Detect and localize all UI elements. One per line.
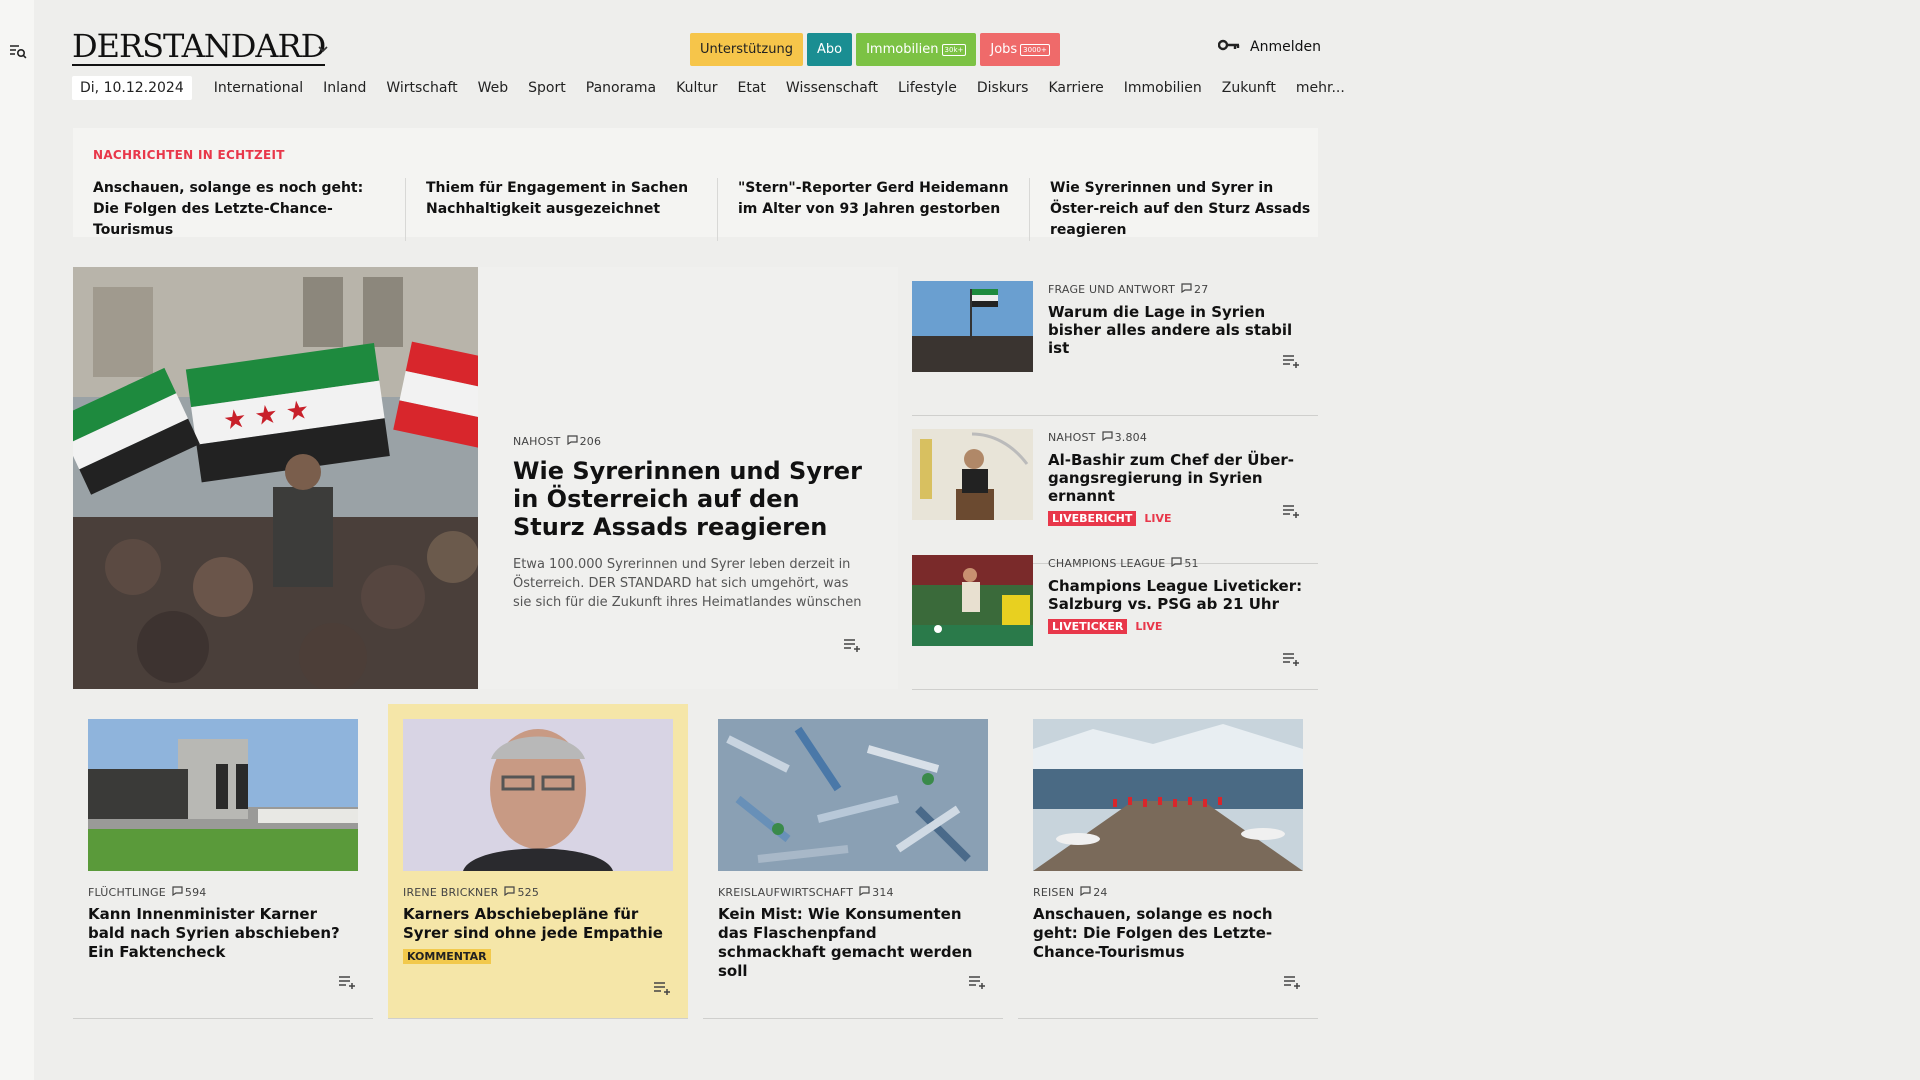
immobilien-badge: 30k+ xyxy=(941,43,967,56)
nav-item-panorama[interactable]: Panorama xyxy=(576,80,666,96)
lead-title[interactable]: Wie Syrerinnen und Syrer in Österreich a… xyxy=(513,457,863,541)
comment-count[interactable]: 314 xyxy=(872,886,894,899)
side-story-image[interactable] xyxy=(912,429,1033,520)
nav-item-sport[interactable]: Sport xyxy=(518,80,576,96)
comment-icon xyxy=(1101,431,1113,444)
card-kicker: KREISLAUFWIRTSCHAFT xyxy=(718,886,854,899)
immobilien-button[interactable]: Immobilien 30k+ xyxy=(856,33,977,66)
nav-item-wirtschaft[interactable]: Wirtschaft xyxy=(376,80,467,96)
comment-icon xyxy=(1080,886,1091,899)
side-story[interactable]: CHAMPIONS LEAGUE 51 Champions League Liv… xyxy=(912,541,1318,690)
story-card-image[interactable] xyxy=(88,719,358,871)
comment-icon xyxy=(504,886,516,899)
story-card-image[interactable] xyxy=(718,719,988,871)
nav-item-immobilien[interactable]: Immobilien xyxy=(1114,80,1212,96)
comment-count[interactable]: 27 xyxy=(1194,283,1208,296)
side-title[interactable]: Warum die Lage in Syrien bisher alles an… xyxy=(1048,303,1308,357)
comment-count[interactable]: 525 xyxy=(517,886,539,899)
add-to-list-icon[interactable] xyxy=(968,974,986,993)
nav-item-international[interactable]: International xyxy=(204,80,313,96)
comment-count[interactable]: 594 xyxy=(185,886,207,899)
lead-image[interactable]: ★ ★ ★ xyxy=(73,267,478,689)
ticker-item[interactable]: Thiem für Engagement in Sachen Nachhalti… xyxy=(405,178,717,241)
nav-item-etat[interactable]: Etat xyxy=(728,80,776,96)
card-kicker: REISEN xyxy=(1033,886,1075,899)
jobs-badge: 3000+ xyxy=(1020,43,1050,56)
ticker-item[interactable]: Anschauen, solange es noch geht: Die Fol… xyxy=(93,178,405,241)
add-to-list-icon[interactable] xyxy=(338,974,356,993)
nav-item-more[interactable]: mehr... xyxy=(1286,80,1355,96)
story-card[interactable]: KREISLAUFWIRTSCHAFT 314 Kein Mist: Wie K… xyxy=(703,704,1003,1019)
comment-count[interactable]: 51 xyxy=(1184,557,1198,570)
story-card-image[interactable] xyxy=(1033,719,1303,871)
header-pills: Unterstützung Abo Immobilien 30k+ Jobs 300… xyxy=(690,33,1060,66)
story-card[interactable]: FLÜCHTLINGE 594 Kann Innenminister Karne… xyxy=(73,704,373,1019)
add-to-list-icon[interactable] xyxy=(843,637,861,656)
story-card-image[interactable] xyxy=(403,719,673,871)
add-to-list-icon[interactable] xyxy=(1282,353,1300,372)
comment-icon xyxy=(1171,557,1182,570)
logo[interactable]: DERSTANDARD xyxy=(72,30,326,66)
login-label: Anmelden xyxy=(1250,39,1321,55)
story-card[interactable]: REISEN 24 Anschauen, solange es noch geh… xyxy=(1018,704,1318,1019)
card-title[interactable]: Kann Innenminister Karner bald nach Syri… xyxy=(88,905,358,962)
realtime-ticker: NACHRICHTEN IN ECHTZEIT Anschauen, solan… xyxy=(73,128,1318,241)
add-to-list-icon[interactable] xyxy=(1283,974,1301,993)
add-to-list-icon[interactable] xyxy=(1282,651,1300,670)
jobs-button[interactable]: Jobs 3000+ xyxy=(980,33,1060,66)
side-kicker: CHAMPIONS LEAGUE xyxy=(1048,557,1166,570)
chevron-down-icon[interactable] xyxy=(318,42,328,57)
card-title[interactable]: Karners Abschiebepläne für Syrer sind oh… xyxy=(403,905,673,943)
nav-item-lifestyle[interactable]: Lifestyle xyxy=(888,80,967,96)
comment-icon xyxy=(172,886,183,899)
main-nav: Di, 10.12.2024 International Inland Wirt… xyxy=(72,76,1355,100)
menu-search-icon[interactable] xyxy=(9,44,27,64)
nav-item-kultur[interactable]: Kultur xyxy=(666,80,727,96)
nav-item-zukunft[interactable]: Zukunft xyxy=(1212,80,1286,96)
add-to-list-icon[interactable] xyxy=(653,980,671,999)
side-kicker: FRAGE UND ANTWORT xyxy=(1048,283,1176,296)
side-kicker: NAHOST xyxy=(1048,431,1096,444)
nav-item-web[interactable]: Web xyxy=(468,80,519,96)
live-indicator: LIVE xyxy=(1135,620,1163,633)
ticker-item[interactable]: "Stern"-Reporter Gerd Heidemann im Alter… xyxy=(717,178,1029,241)
comment-icon xyxy=(859,886,870,899)
comment-icon xyxy=(1181,283,1192,296)
ticker-item[interactable]: Wie Syrerinnen und Syrer in Öster-reich … xyxy=(1029,178,1341,241)
lead-kicker: NAHOST xyxy=(513,435,561,448)
key-icon xyxy=(1217,39,1240,55)
lead-teaser: Etwa 100.000 Syrerinnen und Syrer leben … xyxy=(513,557,862,610)
kommentar-badge: KOMMENTAR xyxy=(403,949,491,964)
side-title[interactable]: Champions League Liveticker: Salzburg vs… xyxy=(1048,577,1308,613)
date-label: Di, 10.12.2024 xyxy=(72,76,192,100)
add-to-list-icon[interactable] xyxy=(1282,503,1300,522)
story-card[interactable]: IRENE BRICKNER 525 Karners Abschiebeplän… xyxy=(388,704,688,1019)
comment-count[interactable]: 24 xyxy=(1093,886,1107,899)
card-title[interactable]: Anschauen, solange es noch geht: Die Fol… xyxy=(1033,905,1303,962)
live-indicator: LIVE xyxy=(1144,512,1172,525)
comment-count[interactable]: 206 xyxy=(580,435,602,448)
side-title[interactable]: Al-Bashir zum Chef der Über-gangsregieru… xyxy=(1048,451,1308,505)
nav-item-wissenschaft[interactable]: Wissenschaft xyxy=(776,80,888,96)
side-rail xyxy=(0,0,34,1080)
nav-item-inland[interactable]: Inland xyxy=(313,80,376,96)
card-kicker: IRENE BRICKNER xyxy=(403,886,499,899)
liveticker-badge: LIVETICKER xyxy=(1048,619,1128,634)
comment-count[interactable]: 3.804 xyxy=(1115,431,1148,444)
livebericht-badge: LIVEBERICHT xyxy=(1048,511,1137,526)
card-title[interactable]: Kein Mist: Wie Konsumenten das Flaschenp… xyxy=(718,905,988,981)
support-button[interactable]: Unterstützung xyxy=(690,33,803,66)
abo-button[interactable]: Abo xyxy=(806,33,853,66)
lead-story[interactable]: ★ ★ ★ NAHOST 206 Wie Syrerinnen und Syre… xyxy=(73,267,898,689)
comment-icon xyxy=(566,435,578,448)
nav-item-karriere[interactable]: Karriere xyxy=(1038,80,1113,96)
card-kicker: FLÜCHTLINGE xyxy=(88,886,166,899)
side-story-image[interactable] xyxy=(912,555,1033,646)
login-button[interactable]: Anmelden xyxy=(1217,39,1321,55)
ticker-title: NACHRICHTEN IN ECHTZEIT xyxy=(93,148,285,162)
nav-item-diskurs[interactable]: Diskurs xyxy=(967,80,1039,96)
side-story[interactable]: FRAGE UND ANTWORT 27 Warum die Lage in S… xyxy=(912,267,1318,416)
side-story-image[interactable] xyxy=(912,281,1033,372)
